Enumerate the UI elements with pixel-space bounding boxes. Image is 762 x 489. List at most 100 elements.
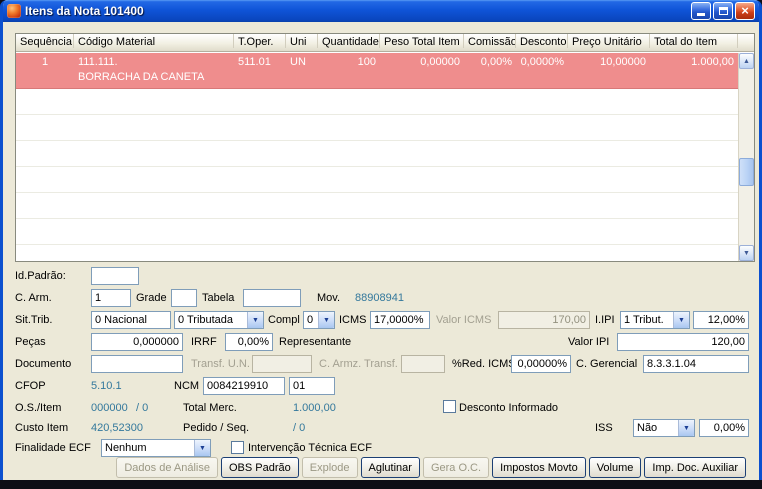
ipi-percent-input[interactable] (693, 311, 749, 329)
cfop-value: 5.10.1 (91, 380, 122, 392)
finalidade-ecf-select[interactable]: Nenhum ▼ (101, 439, 211, 457)
cell-total-do-item: 1.000,00 (691, 56, 734, 68)
representante-label: Representante (279, 336, 352, 348)
cell-quantidade: 100 (357, 56, 376, 68)
cell-peso-total-item: 0,00000 (420, 56, 460, 68)
window-controls: × (691, 2, 755, 20)
grade-label: Grade (136, 292, 167, 304)
scrollbar-thumb[interactable] (739, 158, 754, 186)
icms-input[interactable] (370, 311, 430, 329)
chevron-down-icon[interactable]: ▼ (247, 312, 263, 328)
column-header-preco-unitario[interactable]: Preço Unitário (568, 34, 650, 48)
total-merc-value: 1.000,00 (293, 402, 336, 414)
minimize-button[interactable] (691, 2, 711, 20)
ncm-label: NCM (174, 380, 200, 392)
finalidade-ecf-selected-value: Nenhum (105, 442, 147, 454)
column-header-total-do-item[interactable]: Total do Item (650, 34, 738, 48)
irrf-input[interactable] (225, 333, 273, 351)
impostos-movto-button[interactable]: Impostos Movto (492, 457, 586, 478)
valor-ipi-label: Valor IPI (568, 336, 610, 348)
cell-sequencia: 1 (41, 56, 49, 68)
sit-trib-select[interactable]: 0 Tributada ▼ (174, 311, 264, 329)
os-item-value: 000000 (91, 402, 128, 414)
ipi-select[interactable]: 1 Tribut. ▼ (620, 311, 690, 329)
chevron-down-icon[interactable]: ▼ (678, 420, 694, 436)
maximize-button[interactable] (713, 2, 733, 20)
table-row-empty (16, 245, 738, 261)
table-row-selected[interactable]: 1 111.111. BORRACHA DA CANETA 511.01 UN … (16, 53, 738, 89)
iss-label: ISS (595, 422, 613, 434)
table-row-empty (16, 219, 738, 245)
ipi-label: I.IPI (595, 314, 615, 326)
iss-select[interactable]: Não ▼ (633, 419, 695, 437)
aglutinar-button[interactable]: Aglutinar (360, 457, 420, 478)
explode-button: Explode (301, 457, 358, 478)
column-header-peso-total-item[interactable]: Peso Total Item (380, 34, 464, 48)
button-bar: Dados de Análise OBS Padrão Explode Aglu… (116, 457, 746, 478)
compl-label: Compl (268, 314, 300, 326)
column-header-codigo-material[interactable]: Código Material (74, 34, 234, 48)
sit-trib-input[interactable] (91, 311, 171, 329)
c-armz-transf-label: C. Armz. Transf. (319, 358, 398, 370)
scroll-down-icon[interactable]: ▼ (739, 245, 754, 261)
codigo-material-desc: BORRACHA DA CANETA (78, 71, 205, 83)
desconto-informado-checkbox[interactable] (443, 400, 456, 413)
table-row-empty (16, 115, 738, 141)
pecas-input[interactable] (91, 333, 183, 351)
documento-input[interactable] (91, 355, 183, 373)
column-header-sequencia[interactable]: Sequência (16, 34, 74, 48)
window-title: Itens da Nota 101400 (25, 4, 144, 18)
c-arm-input[interactable] (91, 289, 131, 307)
table-row-empty (16, 89, 738, 115)
mov-value: 88908941 (355, 292, 404, 304)
close-icon: × (741, 3, 749, 18)
column-header-t-oper[interactable]: T.Oper. (234, 34, 286, 48)
vertical-scrollbar[interactable]: ▲ ▼ (738, 53, 754, 261)
ncm-input[interactable] (203, 377, 285, 395)
tabela-label: Tabela (202, 292, 235, 304)
grade-input[interactable] (171, 289, 197, 307)
intervencao-tecnica-checkbox[interactable] (231, 441, 244, 454)
pecas-label: Peças (15, 336, 46, 348)
chevron-down-icon[interactable]: ▼ (673, 312, 689, 328)
intervencao-tecnica-label: Intervenção Técnica ECF (248, 442, 372, 454)
imp-doc-auxiliar-button[interactable]: Imp. Doc. Auxiliar (644, 457, 746, 478)
column-header-comissao[interactable]: Comissão (464, 34, 516, 48)
cell-uni: UN (290, 56, 306, 68)
cell-codigo-material: 111.111. BORRACHA DA CANETA (74, 53, 234, 88)
titlebar[interactable]: Itens da Nota 101400 × (3, 0, 759, 22)
obs-padrao-button[interactable]: OBS Padrão (220, 457, 299, 478)
table-header: Sequência Código Material T.Oper. Uni Qu… (16, 34, 754, 52)
chevron-down-icon[interactable]: ▼ (194, 440, 210, 456)
scroll-up-icon[interactable]: ▲ (739, 53, 754, 69)
valor-ipi-input[interactable] (617, 333, 749, 351)
close-button[interactable]: × (735, 2, 755, 20)
column-header-uni[interactable]: Uni (286, 34, 318, 48)
transf-un-input (252, 355, 312, 373)
volume-button[interactable]: Volume (588, 457, 642, 478)
os-item-label: O.S./Item (15, 402, 62, 414)
compl-select[interactable]: 0 ▼ (303, 311, 335, 329)
chevron-down-icon[interactable]: ▼ (318, 312, 334, 328)
ncm-ex-input[interactable] (289, 377, 335, 395)
red-icms-input[interactable] (511, 355, 571, 373)
column-header-desconto[interactable]: Desconto (516, 34, 568, 48)
tabela-input[interactable] (243, 289, 301, 307)
irrf-label: IRRF (191, 336, 217, 348)
mov-label: Mov. (317, 292, 341, 304)
cell-preco-unitario: 10,00000 (600, 56, 646, 68)
desconto-informado-label: Desconto Informado (459, 402, 559, 414)
table-body: 1 111.111. BORRACHA DA CANETA 511.01 UN … (16, 53, 738, 261)
c-gerencial-input[interactable] (643, 355, 749, 373)
os-item-seq-value: / 0 (136, 402, 149, 414)
table-row-empty (16, 141, 738, 167)
screen: Itens da Nota 101400 × Sequência Código … (0, 0, 762, 489)
cfop-label: CFOP (15, 380, 46, 392)
dialog-window: Itens da Nota 101400 × Sequência Código … (0, 0, 762, 480)
id-padrao-input[interactable] (91, 267, 139, 285)
iss-percent-input[interactable] (699, 419, 749, 437)
id-padrao-label: Id.Padrão: (15, 270, 66, 282)
c-arm-label: C. Arm. (15, 292, 52, 304)
column-header-quantidade[interactable]: Quantidade (318, 34, 380, 48)
custo-item-value: 420,52300 (91, 422, 143, 434)
